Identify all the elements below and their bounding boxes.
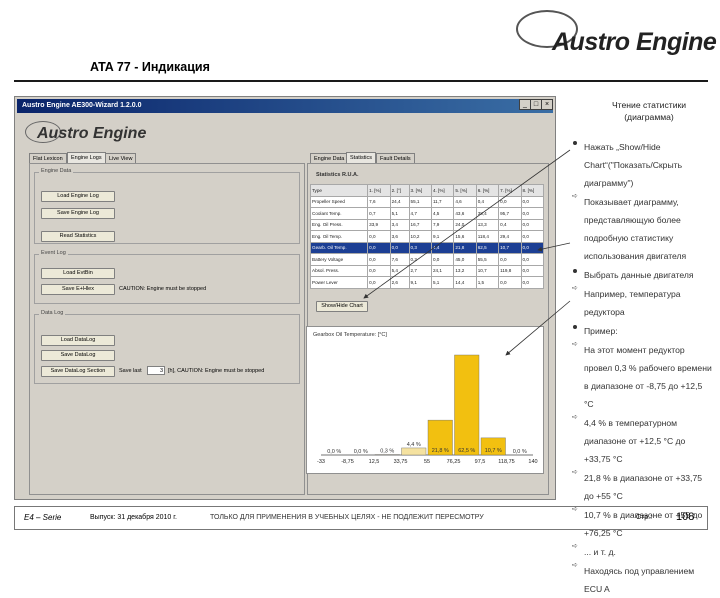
footer-page-number: 108 <box>676 511 694 523</box>
note-text: Нажать „Show/Hide Chart“("Показать/Скрыт… <box>584 142 682 188</box>
note-item: Пример: <box>572 321 712 339</box>
notes-heading: Чтение статистики <box>584 100 714 111</box>
arrow-bullet-icon: ➪ <box>572 340 578 348</box>
note-text: Пример: <box>584 326 618 336</box>
note-text: Например, температура редуктора <box>584 289 681 317</box>
note-item: ➪ 4,4 % в температурном диапазоне от +12,… <box>572 413 712 467</box>
arrow-bullet-icon: ➪ <box>572 468 578 476</box>
arrow-bullet-icon: ➪ <box>572 413 578 421</box>
note-text: ... и т. д. <box>584 547 616 557</box>
arrow-to-table-row <box>538 243 570 250</box>
note-item: ➪ 21,8 % в диапазоне от +33,75 до +55 °C <box>572 468 712 504</box>
note-item: Выбрать данные двигателя <box>572 265 712 283</box>
arrow-bullet-icon: ➪ <box>572 192 578 200</box>
arrow-to-chart <box>506 301 570 355</box>
note-text: Выбрать данные двигателя <box>584 270 694 280</box>
note-item: ➪ Например, температура редуктора <box>572 284 712 320</box>
note-text: 4,4 % в температурном диапазоне от +12,5… <box>584 418 685 464</box>
note-text: 21,8 % в диапазоне от +33,75 до +55 °C <box>584 473 702 501</box>
note-text: На этот момент редуктор провел 0,3 % раб… <box>584 345 712 409</box>
note-item: ➪ Находясь под управлением ECU A <box>572 561 712 597</box>
note-item: ➪ На этот момент редуктор провел 0,3 % ра… <box>572 340 712 412</box>
note-item: Нажать „Show/Hide Chart“("Показать/Скрыт… <box>572 137 712 191</box>
footer-series: E4 – Serie <box>24 513 61 522</box>
footer-issue: Выпуск: 31 декабря 2010 г. <box>90 514 177 521</box>
arrow-bullet-icon: ➪ <box>572 542 578 550</box>
arrow-bullet-icon: ➪ <box>572 284 578 292</box>
bullet-icon <box>573 325 577 329</box>
footer-notice: ТОЛЬКО ДЛЯ ПРИМЕНЕНИЯ В УЧЕБНЫХ ЦЕЛЯХ - … <box>210 514 484 521</box>
note-text: Находясь под управлением ECU A <box>584 566 694 594</box>
notes-subheading: (диаграмма) <box>584 112 714 123</box>
arrow-to-show-hide <box>364 150 570 298</box>
note-item: ➪ ... и т. д. <box>572 542 712 560</box>
note-item: ➪ Показывает диаграмму, представляющую бо… <box>572 192 712 264</box>
bullet-icon <box>573 269 577 273</box>
arrow-bullet-icon: ➪ <box>572 561 578 569</box>
note-text: Показывает диаграмму, представляющую бол… <box>584 197 686 261</box>
footer-page-label: Стр.: <box>636 514 652 521</box>
bullet-icon <box>573 141 577 145</box>
